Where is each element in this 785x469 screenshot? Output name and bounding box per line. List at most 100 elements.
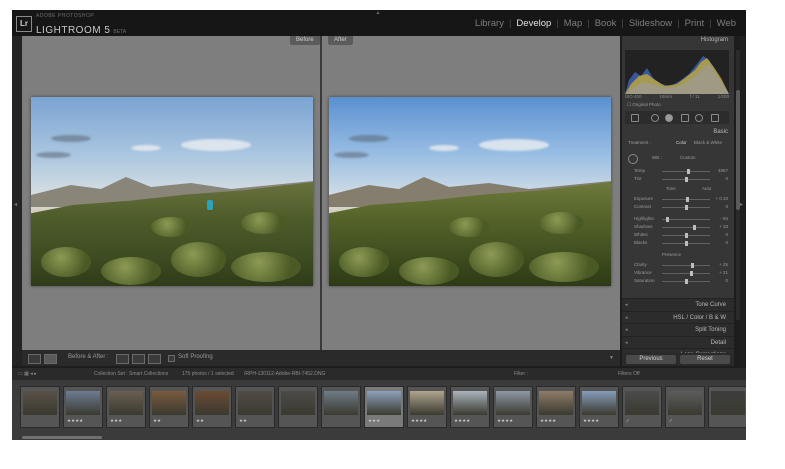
expand-left-icon[interactable]: ◂ (14, 201, 17, 208)
section-collapse-icon[interactable]: ◂ (625, 340, 628, 346)
soft-proofing-checkbox[interactable] (168, 355, 175, 362)
blacks-handle[interactable] (685, 241, 688, 246)
clarity-track[interactable] (662, 265, 710, 266)
section-tone-curve[interactable]: ◂ Tone Curve (622, 298, 734, 311)
wb-value[interactable]: Custom (680, 155, 696, 160)
whites-value[interactable]: 0 (725, 232, 728, 237)
contrast-slider[interactable]: Contrast 0 (630, 204, 728, 211)
section-collapse-icon[interactable]: ◂ (625, 315, 628, 321)
blacks-value[interactable]: 0 (725, 240, 728, 245)
module-map[interactable]: Map (564, 18, 582, 29)
module-book[interactable]: Book (595, 18, 617, 29)
collapse-right-icon[interactable]: ▸ (740, 201, 743, 208)
section-detail[interactable]: ◂ Detail (622, 335, 734, 349)
section-collapse-icon[interactable]: ◂ (625, 327, 628, 333)
module-develop[interactable]: Develop (516, 18, 551, 29)
previous-button[interactable]: Previous (626, 355, 676, 364)
tint-slider[interactable]: Tint 0 (630, 176, 728, 183)
left-panel-collapsed[interactable]: ◂ (12, 36, 22, 366)
adjustment-brush-icon[interactable] (711, 114, 719, 122)
filmstrip-thumbnail[interactable]: ★★ (192, 386, 232, 428)
loupe-view-button[interactable] (28, 354, 41, 364)
module-library[interactable]: Library (475, 18, 504, 29)
shadows-value[interactable]: + 33 (719, 224, 728, 229)
saturation-handle[interactable] (685, 279, 688, 284)
highlights-handle[interactable] (665, 217, 669, 222)
before-after-view-button[interactable] (44, 354, 57, 364)
saturation-value[interactable]: 0 (725, 278, 728, 283)
saturation-slider[interactable]: Saturation 0 (630, 278, 728, 285)
tint-handle[interactable] (685, 177, 688, 182)
filmstrip-scrollbar[interactable] (22, 436, 102, 439)
filmstrip-thumbnail[interactable]: ★★★ (106, 386, 146, 428)
exposure-value[interactable]: + 0.10 (715, 196, 728, 201)
original-photo-checkbox[interactable]: ☐ Original Photo (627, 102, 661, 108)
after-photo[interactable] (329, 97, 611, 286)
top-panel-toggle-icon[interactable]: ▲ (374, 10, 382, 16)
shadows-slider[interactable]: Shadows + 33 (630, 224, 728, 231)
toolbar-menu-icon[interactable]: ▼ (609, 355, 614, 361)
temp-value[interactable]: 4867 (718, 168, 728, 173)
right-edge[interactable]: ▸ (740, 36, 746, 366)
filter-value[interactable]: Filters Off (618, 371, 640, 377)
section-collapse-icon[interactable]: ◂ (625, 302, 628, 308)
contrast-handle[interactable] (685, 205, 688, 210)
contrast-value[interactable]: 0 (725, 204, 728, 209)
filmstrip-thumbnail[interactable]: ★★★ (364, 386, 404, 428)
module-print[interactable]: Print (685, 18, 705, 29)
filmstrip-thumbnail[interactable]: ★★★★ (579, 386, 619, 428)
vibrance-handle[interactable] (689, 271, 693, 276)
vibrance-track[interactable] (662, 273, 710, 274)
radial-filter-icon[interactable] (695, 114, 703, 122)
swap-settings-button[interactable] (116, 354, 129, 364)
filmstrip-thumbnail[interactable] (278, 386, 318, 428)
filmstrip-thumbnail[interactable] (321, 386, 361, 428)
section-hsl-color-b-w[interactable]: ◂ HSL / Color / B & W (622, 310, 734, 324)
swap-views-button[interactable] (148, 354, 161, 364)
temp-slider[interactable]: Temp 4867 (630, 168, 728, 175)
graduated-filter-icon[interactable] (681, 114, 689, 122)
filmstrip-thumbnail[interactable]: ✓ (622, 386, 662, 428)
shadows-handle[interactable] (692, 225, 696, 230)
filmstrip-view-icons[interactable]: ▭ ▦ ◂ ▸ (18, 371, 37, 377)
filmstrip-source[interactable]: Collection Set : Smart Collections (94, 371, 168, 377)
treatment-color[interactable]: Color (676, 140, 687, 145)
whites-handle[interactable] (685, 233, 688, 238)
filmstrip-thumbnail[interactable]: ★★★★ (493, 386, 533, 428)
tone-auto-button[interactable]: Auto (702, 186, 711, 191)
blacks-slider[interactable]: Blacks 0 (630, 240, 728, 247)
filmstrip-thumbnail[interactable]: ★★★★ (536, 386, 576, 428)
filmstrip-thumbnail[interactable]: ✓ (665, 386, 705, 428)
before-photo[interactable] (31, 97, 313, 286)
filmstrip-thumbnail[interactable] (708, 386, 746, 428)
module-web[interactable]: Web (717, 18, 736, 29)
highlights-track[interactable] (662, 219, 710, 220)
filmstrip-thumbnail[interactable]: ★★★★ (63, 386, 103, 428)
exposure-handle[interactable] (685, 197, 689, 202)
reset-button[interactable]: Reset (680, 355, 730, 364)
copy-settings-button[interactable] (132, 354, 145, 364)
vibrance-value[interactable]: + 21 (719, 270, 728, 275)
shadows-track[interactable] (662, 227, 710, 228)
clarity-handle[interactable] (690, 263, 694, 268)
whites-slider[interactable]: Whites 0 (630, 232, 728, 239)
temp-track[interactable] (662, 171, 710, 172)
temp-handle[interactable] (687, 169, 691, 174)
highlights-value[interactable]: - 94 (720, 216, 728, 221)
wb-eyedropper-icon[interactable] (628, 154, 638, 164)
basic-header[interactable]: Basic (622, 128, 734, 137)
filmstrip-thumbnail[interactable] (20, 386, 60, 428)
exposure-slider[interactable]: Exposure + 0.10 (630, 196, 728, 203)
filmstrip-thumbnail[interactable]: ★★★★ (407, 386, 447, 428)
module-slideshow[interactable]: Slideshow (629, 18, 672, 29)
spot-removal-icon[interactable] (651, 114, 659, 122)
clarity-slider[interactable]: Clarity + 25 (630, 262, 728, 269)
highlights-slider[interactable]: Highlights - 94 (630, 216, 728, 223)
filmstrip-thumbnail[interactable]: ★★★★ (450, 386, 490, 428)
tint-value[interactable]: 0 (725, 176, 728, 181)
red-eye-icon[interactable] (665, 114, 673, 122)
filmstrip-thumbnail[interactable]: ★★ (235, 386, 275, 428)
histogram-header[interactable]: Histogram (622, 36, 734, 45)
crop-tool-icon[interactable] (631, 114, 639, 122)
section-split-toning[interactable]: ◂ Split Toning (622, 323, 734, 336)
